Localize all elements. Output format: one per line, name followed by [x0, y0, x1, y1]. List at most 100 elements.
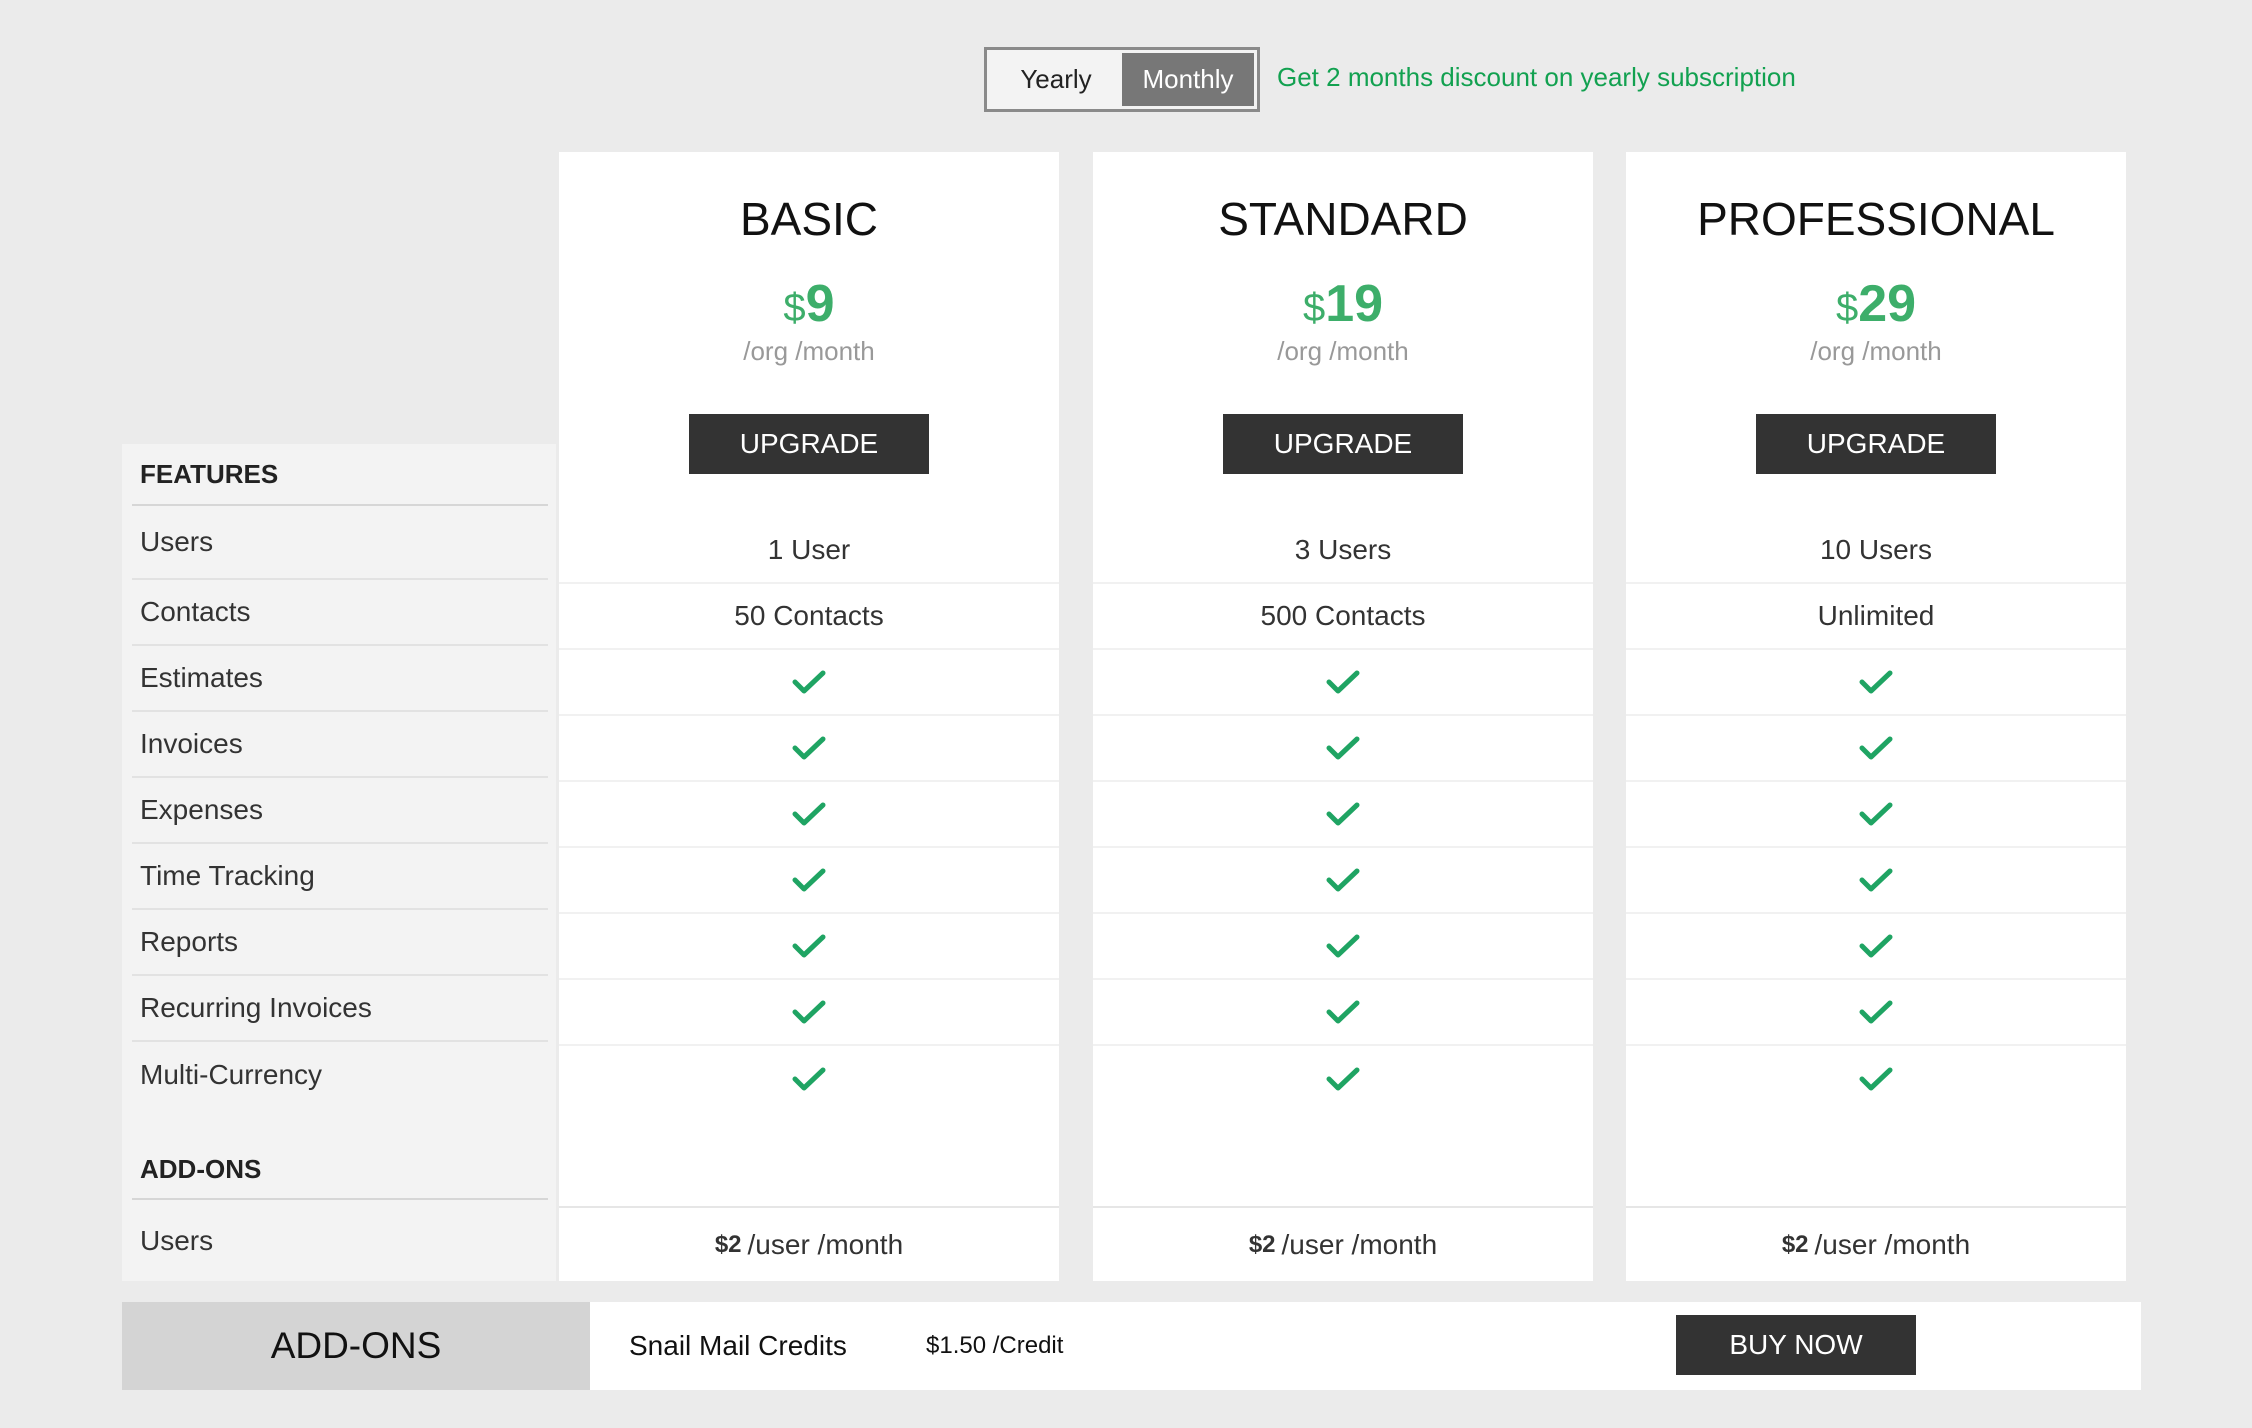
addon-item-price: $1.50 /Credit — [926, 1332, 1064, 1359]
plan-feature-cell — [1626, 914, 2126, 980]
price-value: 29 — [1858, 275, 1917, 333]
zigzag-edge — [582, 1302, 590, 1390]
price-value: 19 — [1325, 275, 1384, 333]
check-icon — [1859, 1000, 1893, 1024]
currency-symbol: $ — [783, 286, 806, 330]
plan-contacts: Unlimited — [1817, 600, 1935, 631]
feature-label: Users — [132, 506, 548, 580]
plan-feature-cell — [559, 650, 1059, 716]
addons-bar: ADD-ONS Snail Mail Credits $1.50 /Credit… — [122, 1302, 2141, 1390]
promo-text: Get 2 months discount on yearly subscrip… — [1277, 62, 1796, 92]
plan-feature-cell — [1093, 650, 1593, 716]
plan-price: $9 — [559, 274, 1059, 334]
plan-price: $29 — [1626, 274, 2126, 334]
check-icon — [792, 1000, 826, 1024]
plan-price: $19 — [1093, 274, 1593, 334]
buy-now-button[interactable]: BUY NOW — [1676, 1315, 1916, 1375]
check-icon — [1326, 802, 1360, 826]
plan-contacts: 50 Contacts — [734, 600, 884, 631]
plan-period: /org /month — [1277, 336, 1409, 366]
price-value: 9 — [805, 275, 835, 333]
plan-feature-cell — [559, 1046, 1059, 1112]
check-icon — [792, 802, 826, 826]
currency-symbol: $ — [1835, 286, 1859, 330]
toggle-monthly[interactable]: Monthly — [1122, 53, 1254, 106]
plan-addon-price: $2/user /month — [1093, 1206, 1593, 1281]
plan-name: BASIC — [739, 193, 879, 245]
addon-label: Users — [140, 1224, 214, 1256]
addon-unit: /user /month — [1814, 1228, 1971, 1260]
feature-label: Estimates — [132, 646, 548, 712]
plan-card-professional: PROFESSIONAL $29 /org /month UPGRADE 10 … — [1626, 152, 2126, 1281]
plan-users: 3 Users — [1294, 534, 1392, 565]
plan-feature-cell — [1093, 1046, 1593, 1112]
plan-feature-cell — [1626, 1046, 2126, 1112]
currency-symbol: $ — [1302, 286, 1326, 330]
plan-feature-cell — [1093, 914, 1593, 980]
upgrade-button[interactable]: UPGRADE — [689, 414, 929, 474]
feature-label: Reports — [132, 910, 548, 976]
addons-bar-title: ADD-ONS — [122, 1302, 590, 1390]
check-icon — [792, 868, 826, 892]
feature-label: Time Tracking — [132, 844, 548, 910]
addon-price: $2 — [1248, 1230, 1276, 1258]
check-icon — [792, 670, 826, 694]
feature-label: Contacts — [132, 580, 548, 646]
plan-feature-cell — [559, 716, 1059, 782]
plan-name: STANDARD — [1218, 193, 1468, 245]
upgrade-button[interactable]: UPGRADE — [1756, 414, 1996, 474]
plan-contacts: 500 Contacts — [1260, 600, 1426, 631]
check-icon — [1326, 670, 1360, 694]
plan-feature-cell — [1093, 716, 1593, 782]
plan-feature-cell — [1626, 980, 2126, 1046]
check-icon — [1326, 1067, 1360, 1091]
plan-feature-cell — [1093, 848, 1593, 914]
plan-feature-cell — [559, 848, 1059, 914]
plan-feature-cell — [559, 980, 1059, 1046]
check-icon — [1859, 802, 1893, 826]
plan-feature-cell: Unlimited — [1626, 584, 2126, 650]
check-icon — [1859, 868, 1893, 892]
plan-feature-cell — [1626, 716, 2126, 782]
upgrade-button[interactable]: UPGRADE — [1223, 414, 1463, 474]
check-icon — [1326, 934, 1360, 958]
check-icon — [1326, 868, 1360, 892]
feature-label: Expenses — [132, 778, 548, 844]
plan-feature-cell — [1626, 848, 2126, 914]
addons-header: ADD-ONS — [132, 1140, 548, 1200]
plan-addon-price: $2/user /month — [559, 1206, 1059, 1281]
check-icon — [1326, 1000, 1360, 1024]
features-panel: FEATURES Users Contacts Estimates Invoices Ex… — [122, 444, 556, 1281]
plan-feature-cell — [559, 914, 1059, 980]
plan-period: /org /month — [1810, 336, 1942, 366]
plan-feature-cell: 1 User — [559, 518, 1059, 584]
plan-card-standard: STANDARD $19 /org /month UPGRADE 3 Users… — [1093, 152, 1593, 1281]
plan-feature-cell: 500 Contacts — [1093, 584, 1593, 650]
plan-feature-cell — [1626, 650, 2126, 716]
check-icon — [1859, 1067, 1893, 1091]
plan-feature-cell: 3 Users — [1093, 518, 1593, 584]
plan-addon-price: $2/user /month — [1626, 1206, 2126, 1281]
toggle-yearly[interactable]: Yearly — [990, 53, 1122, 106]
billing-toggle[interactable]: Yearly Monthly — [984, 47, 1260, 112]
plan-feature-cell — [1626, 782, 2126, 848]
features-header: FEATURES — [132, 444, 548, 506]
plan-period: /org /month — [743, 336, 875, 366]
feature-label: Recurring Invoices — [132, 976, 548, 1042]
plan-users: 10 Users — [1819, 534, 1933, 565]
plan-feature-cell: 50 Contacts — [559, 584, 1059, 650]
addon-price: $2 — [714, 1230, 742, 1258]
addon-unit: /user /month — [747, 1228, 904, 1260]
check-icon — [1326, 736, 1360, 760]
check-icon — [1859, 736, 1893, 760]
plan-feature-cell — [559, 782, 1059, 848]
addon-unit: /user /month — [1281, 1228, 1438, 1260]
plan-name: PROFESSIONAL — [1697, 193, 2055, 245]
addon-price: $2 — [1781, 1230, 1809, 1258]
addon-item-name: Snail Mail Credits — [629, 1330, 847, 1361]
plan-users: 1 User — [767, 534, 851, 565]
plan-feature-cell — [1093, 980, 1593, 1046]
check-icon — [792, 736, 826, 760]
plan-card-basic: BASIC $9 /org /month UPGRADE 1 User 50 Co… — [559, 152, 1059, 1281]
check-icon — [792, 934, 826, 958]
